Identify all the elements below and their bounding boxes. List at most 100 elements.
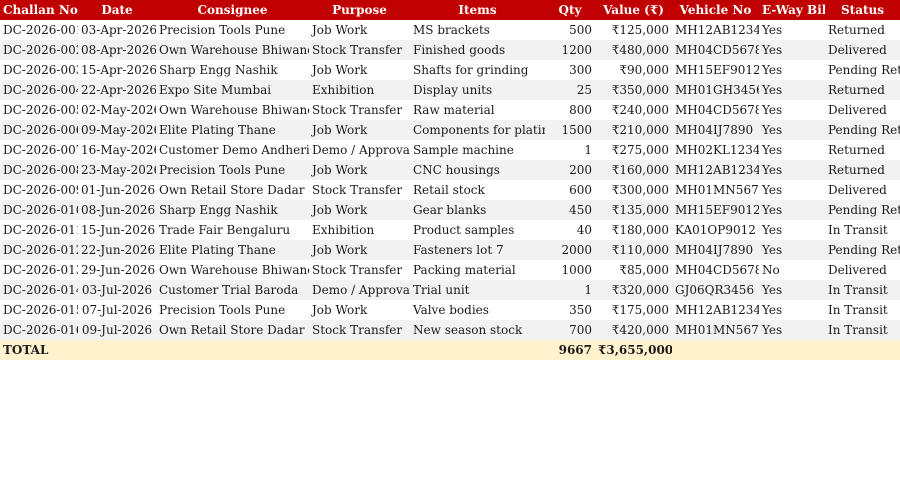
date-cell[interactable]: 08-Jun-2026 xyxy=(78,200,156,220)
date-cell[interactable]: 09-May-2026 xyxy=(78,120,156,140)
col-header-status[interactable]: Status xyxy=(825,0,900,20)
challan-no-cell[interactable]: DC-2026-009 xyxy=(0,180,78,200)
purpose-cell[interactable]: Stock Transfer xyxy=(309,320,410,340)
date-cell[interactable]: 15-Jun-2026 xyxy=(78,220,156,240)
col-header-date[interactable]: Date xyxy=(78,0,156,20)
purpose-cell[interactable]: Stock Transfer xyxy=(309,260,410,280)
challan-no-cell[interactable]: DC-2026-001 xyxy=(0,20,78,40)
eway-bill-cell[interactable]: Yes xyxy=(759,300,825,320)
qty-cell[interactable]: 1500 xyxy=(545,120,595,140)
date-cell[interactable]: 22-Apr-2026 xyxy=(78,80,156,100)
value-cell[interactable]: ₹300,000 xyxy=(595,180,672,200)
qty-cell[interactable]: 800 xyxy=(545,100,595,120)
vehicle-no-cell[interactable]: MH12AB1234 xyxy=(672,300,759,320)
status-cell[interactable]: In Transit xyxy=(825,280,900,300)
vehicle-no-cell[interactable]: MH04CD5678 xyxy=(672,260,759,280)
consignee-cell[interactable]: Sharp Engg Nashik xyxy=(156,60,309,80)
purpose-cell[interactable]: Job Work xyxy=(309,160,410,180)
eway-bill-cell[interactable]: Yes xyxy=(759,220,825,240)
eway-bill-cell[interactable]: Yes xyxy=(759,40,825,60)
qty-cell[interactable]: 450 xyxy=(545,200,595,220)
vehicle-no-cell[interactable]: MH04IJ7890 xyxy=(672,120,759,140)
challan-no-cell[interactable]: DC-2026-016 xyxy=(0,320,78,340)
eway-bill-cell[interactable]: Yes xyxy=(759,80,825,100)
total-empty-cell[interactable] xyxy=(309,340,410,360)
consignee-cell[interactable]: Own Retail Store Dadar xyxy=(156,320,309,340)
value-cell[interactable]: ₹180,000 xyxy=(595,220,672,240)
consignee-cell[interactable]: Elite Plating Thane xyxy=(156,120,309,140)
items-cell[interactable]: Gear blanks xyxy=(410,200,545,220)
vehicle-no-cell[interactable]: GJ06QR3456 xyxy=(672,280,759,300)
total-empty-cell[interactable] xyxy=(78,340,156,360)
challan-no-cell[interactable]: DC-2026-003 xyxy=(0,60,78,80)
items-cell[interactable]: Components for plating xyxy=(410,120,545,140)
challan-no-cell[interactable]: DC-2026-006 xyxy=(0,120,78,140)
purpose-cell[interactable]: Stock Transfer xyxy=(309,100,410,120)
qty-cell[interactable]: 300 xyxy=(545,60,595,80)
total-empty-cell[interactable] xyxy=(156,340,309,360)
challan-no-cell[interactable]: DC-2026-008 xyxy=(0,160,78,180)
qty-cell[interactable]: 700 xyxy=(545,320,595,340)
eway-bill-cell[interactable]: No xyxy=(759,260,825,280)
challan-no-cell[interactable]: DC-2026-015 xyxy=(0,300,78,320)
challan-no-cell[interactable]: DC-2026-005 xyxy=(0,100,78,120)
value-cell[interactable]: ₹275,000 xyxy=(595,140,672,160)
status-cell[interactable]: Pending Return xyxy=(825,60,900,80)
consignee-cell[interactable]: Elite Plating Thane xyxy=(156,240,309,260)
status-cell[interactable]: Pending Return xyxy=(825,120,900,140)
status-cell[interactable]: Delivered xyxy=(825,260,900,280)
purpose-cell[interactable]: Exhibition xyxy=(309,80,410,100)
items-cell[interactable]: Fasteners lot 7 xyxy=(410,240,545,260)
value-cell[interactable]: ₹350,000 xyxy=(595,80,672,100)
date-cell[interactable]: 29-Jun-2026 xyxy=(78,260,156,280)
col-header-purpose[interactable]: Purpose xyxy=(309,0,410,20)
qty-cell[interactable]: 1 xyxy=(545,280,595,300)
qty-cell[interactable]: 350 xyxy=(545,300,595,320)
consignee-cell[interactable]: Customer Demo Andheri xyxy=(156,140,309,160)
total-empty-cell[interactable] xyxy=(410,340,545,360)
purpose-cell[interactable]: Demo / Approval xyxy=(309,140,410,160)
status-cell[interactable]: Returned xyxy=(825,140,900,160)
value-cell[interactable]: ₹420,000 xyxy=(595,320,672,340)
items-cell[interactable]: Packing material xyxy=(410,260,545,280)
qty-cell[interactable]: 25 xyxy=(545,80,595,100)
vehicle-no-cell[interactable]: KA01OP9012 xyxy=(672,220,759,240)
col-header-eway-bill[interactable]: E-Way Bill xyxy=(759,0,825,20)
items-cell[interactable]: Valve bodies xyxy=(410,300,545,320)
total-empty-cell[interactable] xyxy=(672,340,759,360)
qty-cell[interactable]: 500 xyxy=(545,20,595,40)
challan-no-cell[interactable]: DC-2026-013 xyxy=(0,260,78,280)
consignee-cell[interactable]: Precision Tools Pune xyxy=(156,160,309,180)
date-cell[interactable]: 16-May-2026 xyxy=(78,140,156,160)
eway-bill-cell[interactable]: Yes xyxy=(759,280,825,300)
challan-no-cell[interactable]: DC-2026-011 xyxy=(0,220,78,240)
purpose-cell[interactable]: Stock Transfer xyxy=(309,180,410,200)
date-cell[interactable]: 01-Jun-2026 xyxy=(78,180,156,200)
purpose-cell[interactable]: Job Work xyxy=(309,300,410,320)
status-cell[interactable]: Pending Return xyxy=(825,200,900,220)
items-cell[interactable]: Trial unit xyxy=(410,280,545,300)
purpose-cell[interactable]: Job Work xyxy=(309,20,410,40)
value-cell[interactable]: ₹480,000 xyxy=(595,40,672,60)
col-header-consignee[interactable]: Consignee xyxy=(156,0,309,20)
status-cell[interactable]: In Transit xyxy=(825,300,900,320)
qty-cell[interactable]: 1000 xyxy=(545,260,595,280)
qty-cell[interactable]: 1200 xyxy=(545,40,595,60)
date-cell[interactable]: 22-Jun-2026 xyxy=(78,240,156,260)
value-cell[interactable]: ₹160,000 xyxy=(595,160,672,180)
purpose-cell[interactable]: Exhibition xyxy=(309,220,410,240)
challan-no-cell[interactable]: DC-2026-002 xyxy=(0,40,78,60)
purpose-cell[interactable]: Job Work xyxy=(309,240,410,260)
value-cell[interactable]: ₹240,000 xyxy=(595,100,672,120)
total-label[interactable]: TOTAL xyxy=(0,340,78,360)
status-cell[interactable]: In Transit xyxy=(825,320,900,340)
eway-bill-cell[interactable]: Yes xyxy=(759,200,825,220)
date-cell[interactable]: 07-Jul-2026 xyxy=(78,300,156,320)
value-cell[interactable]: ₹85,000 xyxy=(595,260,672,280)
eway-bill-cell[interactable]: Yes xyxy=(759,160,825,180)
vehicle-no-cell[interactable]: MH01MN5678 xyxy=(672,180,759,200)
items-cell[interactable]: Retail stock xyxy=(410,180,545,200)
value-cell[interactable]: ₹135,000 xyxy=(595,200,672,220)
consignee-cell[interactable]: Precision Tools Pune xyxy=(156,20,309,40)
status-cell[interactable]: In Transit xyxy=(825,220,900,240)
